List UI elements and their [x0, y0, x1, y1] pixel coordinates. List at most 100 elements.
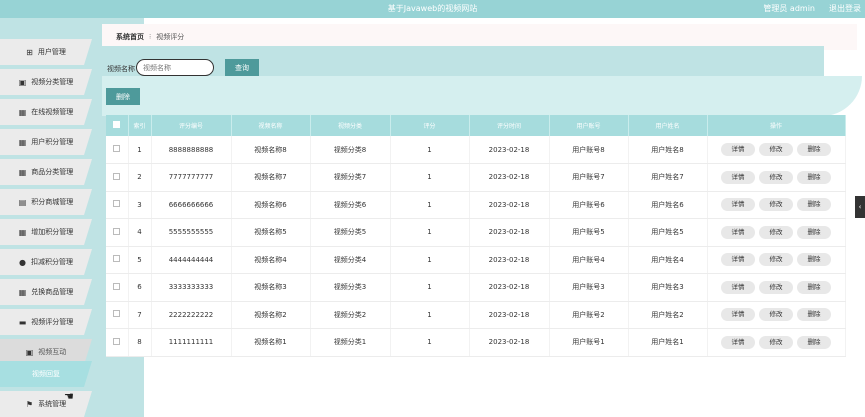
- select-all-header[interactable]: [106, 115, 129, 136]
- search-input[interactable]: [136, 59, 214, 76]
- breadcrumb-home[interactable]: 系统首页: [116, 32, 144, 42]
- column-header: 评分: [390, 115, 470, 136]
- table-cell: 2023-02-18: [469, 246, 550, 274]
- column-header: 用户姓名: [628, 115, 708, 136]
- row-checkbox[interactable]: [113, 145, 121, 152]
- edit-button[interactable]: 修改: [759, 225, 793, 239]
- bulk-delete-button[interactable]: 删除: [106, 88, 140, 105]
- delete-button[interactable]: 删除: [797, 198, 831, 212]
- table-cell: 用户账号7: [549, 163, 629, 192]
- detail-button[interactable]: 详情: [721, 143, 755, 156]
- table-cell: 视频名称2: [231, 301, 311, 329]
- table-cell: 2023-02-18: [469, 328, 550, 357]
- table-cell: 视频分类1: [310, 328, 391, 357]
- column-header: 视频名称: [231, 115, 311, 136]
- table-cell: 1: [390, 301, 470, 329]
- delete-button[interactable]: 删除: [797, 225, 831, 239]
- store-icon: ▤: [18, 197, 27, 207]
- delete-button[interactable]: 删除: [797, 335, 831, 349]
- sidebar-item-product-category[interactable]: ▦ 商品分类管理: [0, 159, 92, 185]
- sidebar-item-video-category[interactable]: ▣ 视频分类管理: [0, 69, 92, 95]
- table-cell: 用户账号8: [549, 136, 629, 164]
- delete-button[interactable]: 删除: [797, 253, 831, 267]
- delete-button[interactable]: 删除: [797, 143, 831, 156]
- sidebar-item-system[interactable]: ⚑ 系统管理: [0, 391, 92, 417]
- row-select-cell[interactable]: [106, 218, 129, 247]
- column-header: 评分时间: [469, 115, 550, 136]
- sidebar-item-user-management[interactable]: ⊞ 用户管理: [0, 39, 92, 65]
- sidebar-item-label: 视频互动: [38, 348, 67, 356]
- detail-button[interactable]: 详情: [721, 253, 755, 267]
- table-cell: 用户账号6: [549, 191, 629, 219]
- row-actions: 详情 修改 删除: [707, 301, 846, 329]
- edit-button[interactable]: 修改: [759, 280, 793, 294]
- table-cell: 用户账号1: [549, 328, 629, 357]
- detail-button[interactable]: 详情: [721, 198, 755, 212]
- table-cell: 视频名称1: [231, 328, 311, 357]
- row-select-cell[interactable]: [106, 273, 129, 302]
- row-checkbox[interactable]: [113, 310, 121, 318]
- person-icon: ●: [19, 257, 26, 267]
- row-checkbox[interactable]: [113, 227, 121, 235]
- edit-button[interactable]: 修改: [759, 308, 793, 322]
- table-cell: 2023-02-18: [469, 191, 550, 219]
- row-checkbox[interactable]: [113, 255, 121, 263]
- sidebar-item-label: 在线视频管理: [31, 108, 74, 116]
- row-select-cell[interactable]: [106, 246, 129, 274]
- table-cell: 用户账号5: [549, 218, 629, 247]
- table-cell: 视频名称8: [231, 136, 311, 164]
- search-label: 视频名称: [107, 65, 135, 73]
- delete-button[interactable]: 删除: [797, 170, 831, 184]
- table-cell: 3: [128, 191, 152, 219]
- row-actions: 详情 修改 删除: [707, 246, 846, 274]
- sidebar-item-online-video[interactable]: ▦ 在线视频管理: [0, 99, 92, 125]
- sidebar-item-video-reply[interactable]: 视频回复: [0, 361, 92, 387]
- logout-link[interactable]: 退出登录: [829, 3, 861, 14]
- sidebar: ⊞ 用户管理 ▣ 视频分类管理 ▦ 在线视频管理 ▦ 用户积分管理 ▦ 商品分类管理 ▤ 积…: [0, 18, 94, 417]
- sidebar-item-add-points[interactable]: ▦ 增加积分管理: [0, 219, 92, 245]
- row-select-cell[interactable]: [106, 136, 129, 164]
- detail-button[interactable]: 详情: [721, 335, 755, 349]
- row-select-cell[interactable]: [106, 191, 129, 219]
- row-checkbox[interactable]: [113, 200, 121, 208]
- row-checkbox[interactable]: [113, 282, 121, 290]
- sidebar-item-deduct-points[interactable]: ● 扣减积分管理: [0, 249, 92, 275]
- sidebar-item-video-rating[interactable]: ▬ 视频评分管理: [0, 309, 92, 335]
- edit-button[interactable]: 修改: [759, 143, 793, 156]
- search-button[interactable]: 查询: [225, 59, 259, 77]
- delete-button[interactable]: 删除: [797, 308, 831, 322]
- row-actions: 详情 修改 删除: [707, 218, 846, 247]
- clipboard-icon: ▣: [18, 77, 27, 87]
- sidebar-item-label: 积分商城管理: [31, 198, 74, 206]
- row-checkbox[interactable]: [113, 172, 121, 180]
- row-select-cell[interactable]: [106, 163, 129, 192]
- table-cell: 3333333333: [151, 273, 232, 302]
- detail-button[interactable]: 详情: [721, 170, 755, 184]
- rating-table: 索引 评分编号 视频名称 视频分类 评分 评分时间 用户账号 用户姓名 操作 1…: [106, 115, 846, 357]
- edit-button[interactable]: 修改: [759, 253, 793, 267]
- table-row: 7 2222222222 视频名称2 视频分类2 1 2023-02-18 用户账号2 用户姓…: [106, 301, 846, 329]
- chevron-left-icon[interactable]: ‹: [855, 196, 865, 218]
- edit-button[interactable]: 修改: [759, 335, 793, 349]
- edit-button[interactable]: 修改: [759, 198, 793, 212]
- row-select-cell[interactable]: [106, 301, 129, 329]
- detail-button[interactable]: 详情: [721, 280, 755, 294]
- sidebar-item-points-mall[interactable]: ▤ 积分商城管理: [0, 189, 92, 215]
- delete-button[interactable]: 删除: [797, 280, 831, 294]
- select-all-checkbox[interactable]: [113, 121, 121, 128]
- sidebar-item-user-points[interactable]: ▦ 用户积分管理: [0, 129, 92, 155]
- table-cell: 用户姓名5: [628, 218, 708, 247]
- table-cell: 1111111111: [151, 328, 232, 357]
- row-actions: 详情 修改 删除: [707, 163, 846, 192]
- table-cell: 1: [390, 328, 470, 357]
- table-cell: 视频分类6: [310, 191, 391, 219]
- table-row: 1 8888888888 视频名称8 视频分类8 1 2023-02-18 用户账号8 用户姓…: [106, 136, 846, 164]
- detail-button[interactable]: 详情: [721, 225, 755, 239]
- sidebar-item-redeem-product[interactable]: ▦ 兑换商品管理: [0, 279, 92, 305]
- apps-icon: ▦: [18, 137, 27, 147]
- detail-button[interactable]: 详情: [721, 308, 755, 322]
- edit-button[interactable]: 修改: [759, 170, 793, 184]
- row-select-cell[interactable]: [106, 328, 129, 357]
- table-header-row: 索引 评分编号 视频名称 视频分类 评分 评分时间 用户账号 用户姓名 操作: [106, 115, 846, 136]
- row-checkbox[interactable]: [113, 337, 121, 345]
